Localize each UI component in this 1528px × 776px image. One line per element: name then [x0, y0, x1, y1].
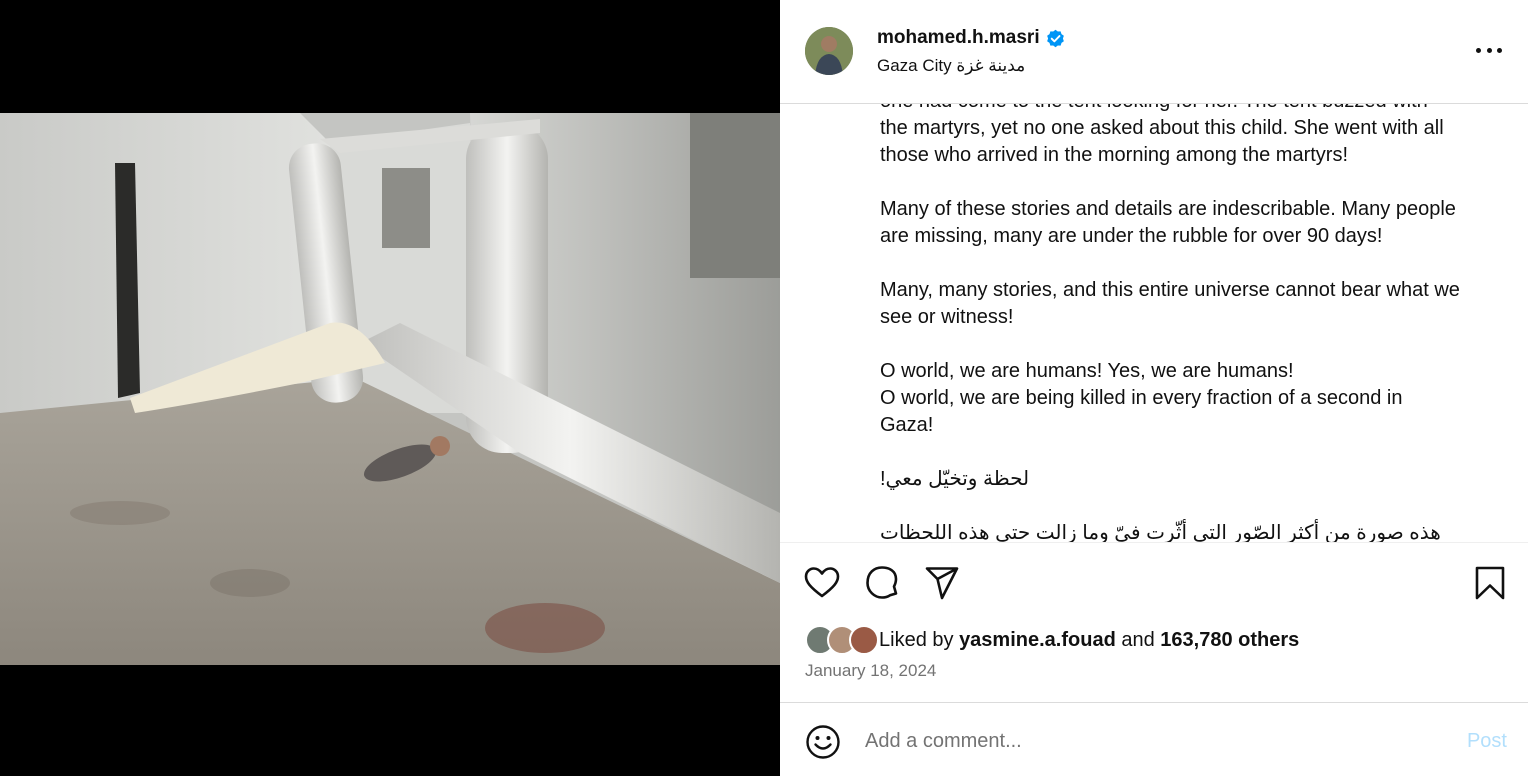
caption-line: the martyrs, yet no one asked about this…	[880, 117, 1444, 139]
post-photo[interactable]	[0, 113, 780, 665]
caption-text: one had come to the tent looking for her…	[880, 104, 1500, 542]
share-icon[interactable]	[924, 565, 960, 601]
more-horizontal-icon	[1476, 47, 1481, 53]
caption-line: Many, many stories, and this entire univ…	[880, 279, 1460, 301]
caption-gap	[880, 493, 1500, 520]
caption-line: O world, we are humans! Yes, we are huma…	[880, 360, 1294, 382]
avatar-image	[805, 27, 853, 75]
caption-line: see or witness!	[880, 306, 1014, 328]
comment-icon[interactable]	[864, 565, 900, 601]
heart-icon[interactable]	[804, 565, 840, 601]
location-link[interactable]: Gaza City مدينة غزة	[877, 56, 1025, 76]
verified-badge-icon	[1046, 29, 1064, 47]
post-date[interactable]: January 18, 2024	[805, 661, 936, 681]
caption-line: one had come to the tent looking for her…	[880, 104, 1500, 115]
caption-line: are missing, many are under the rubble f…	[880, 225, 1383, 247]
caption-gap	[880, 439, 1500, 466]
caption-line: لحظة وتخيّل معي!	[880, 468, 1030, 490]
more-options-button[interactable]	[1476, 38, 1502, 62]
post-media	[0, 0, 780, 776]
more-horizontal-icon	[1486, 47, 1492, 53]
more-horizontal-icon	[1497, 47, 1502, 53]
post-header: mohamed.h.masri Gaza City مدينة غزة	[780, 0, 1528, 104]
comment-bar: Post	[780, 702, 1528, 776]
likes-row: Liked by yasmine.a.fouad and 163,780 oth…	[805, 625, 1299, 655]
liker-avatar[interactable]	[849, 625, 879, 655]
comment-input[interactable]	[865, 725, 1425, 757]
post-comment-button[interactable]: Post	[1467, 730, 1507, 753]
caption-line: O world, we are being killed in every fr…	[880, 387, 1403, 409]
emoji-icon[interactable]	[805, 724, 841, 760]
likes-count-link[interactable]: 163,780 others	[1160, 629, 1299, 652]
username-row: mohamed.h.masri	[877, 27, 1065, 49]
liker-avatars	[805, 625, 879, 655]
caption-gap	[880, 250, 1500, 277]
likes-prefix: Liked by	[879, 628, 954, 651]
caption-line: هذه صورة من أكثر الصّور التي أثّرت فيّ و…	[880, 522, 1441, 542]
caption-line: Many of these stories and details are in…	[880, 198, 1456, 220]
username-link[interactable]: mohamed.h.masri	[877, 27, 1040, 49]
caption-gap	[880, 331, 1500, 358]
avatar[interactable]	[805, 27, 853, 75]
post-panel: mohamed.h.masri Gaza City مدينة غزة one …	[780, 0, 1528, 776]
liker-username-link[interactable]: yasmine.a.fouad	[959, 629, 1116, 652]
caption-scroll-area[interactable]: one had come to the tent looking for her…	[780, 104, 1528, 542]
caption-line: Gaza!	[880, 414, 934, 436]
actions-section: Liked by yasmine.a.fouad and 163,780 oth…	[780, 542, 1528, 702]
caption-gap	[880, 169, 1500, 196]
caption-line: those who arrived in the morning among t…	[880, 144, 1348, 166]
tent-photo-illustration	[0, 113, 780, 665]
bookmark-icon[interactable]	[1472, 565, 1508, 601]
likes-joiner: and	[1121, 628, 1155, 651]
